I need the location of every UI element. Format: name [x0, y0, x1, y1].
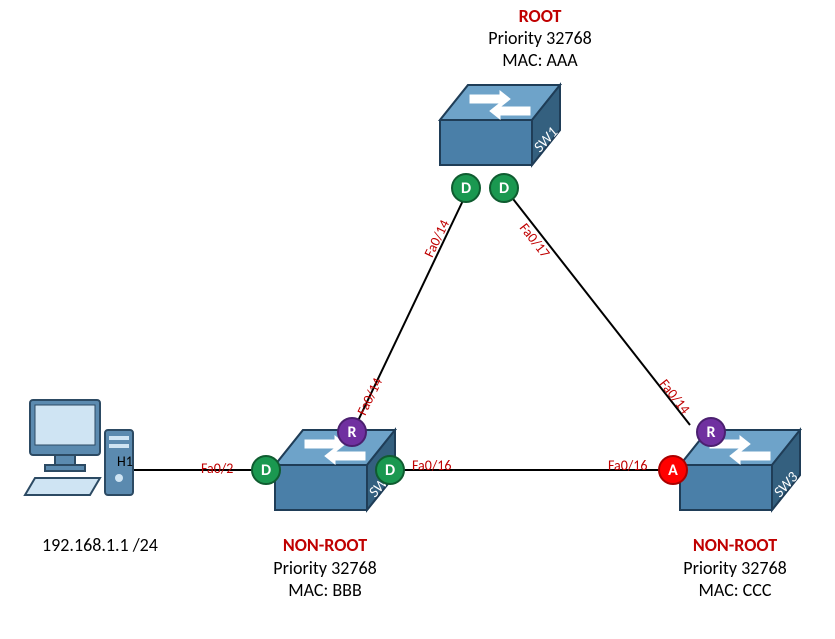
host-ip: 192.168.1.1 /24 — [0, 535, 200, 557]
host-name-text: H1 — [117, 453, 133, 470]
